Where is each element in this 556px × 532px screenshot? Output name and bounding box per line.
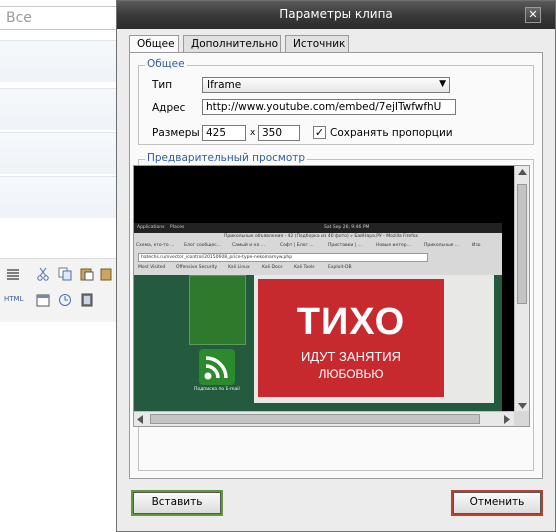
- paste-text-icon[interactable]: [100, 267, 114, 281]
- scroll-left-icon[interactable]: [137, 415, 143, 424]
- paste-icon[interactable]: [80, 267, 94, 281]
- preview-scroll-corner: [514, 411, 529, 426]
- tab-source[interactable]: Источник: [285, 35, 349, 53]
- height-field[interactable]: 350: [258, 125, 300, 141]
- address-field[interactable]: http://www.youtube.com/embed/7ejITwfwfhU: [202, 99, 456, 115]
- clock-icon[interactable]: [58, 293, 72, 307]
- preview-page-content: Подписка по E-mail ТИХО ИДУТ ЗАНЯТИЯ ЛЮБ…: [134, 275, 502, 412]
- preview-apps-menu: Applications: [137, 225, 165, 230]
- copy-icon[interactable]: [58, 267, 72, 281]
- preview-places-menu: Places: [170, 225, 185, 230]
- preview-browser-chrome: Прикольные объявления - 42 (Подборка из …: [134, 233, 502, 275]
- list-item[interactable]: [0, 176, 118, 218]
- search-placeholder: Все: [6, 10, 32, 26]
- list-icon[interactable]: [6, 267, 20, 281]
- preview-legend: Предварительный просмотр: [145, 152, 308, 164]
- preview-tab: Самый и на ...: [232, 243, 265, 248]
- keep-ratio-label: Сохранять пропорции: [330, 127, 453, 139]
- preview-rss-caption: Подписка по E-mail: [194, 387, 240, 392]
- preview-tab: Прикольные ...: [424, 243, 460, 248]
- times-sign: x: [250, 128, 256, 138]
- preview-bookmark: Kali Linux: [228, 265, 250, 270]
- preview-bookmarks-bar: Most Visited Offensive Security Kali Lin…: [136, 264, 500, 273]
- sizes-label: Размеры: [152, 127, 200, 139]
- list-item[interactable]: [0, 88, 118, 130]
- preview-sidebar-menu: [189, 275, 246, 345]
- preview-sign-big: ТИХО: [296, 301, 406, 343]
- film-icon[interactable]: [80, 293, 94, 307]
- keep-ratio-checkbox[interactable]: ✓: [313, 126, 326, 139]
- preview-bookmark: Exploit-DB: [328, 265, 352, 270]
- preview-tab: Приставки | ...: [328, 243, 362, 248]
- preview-video-area: [134, 166, 502, 223]
- type-value: Iframe: [207, 79, 242, 91]
- preview-bookmark: Kali Tools: [294, 265, 315, 270]
- preview-bookmark: Offensive Security: [176, 265, 218, 270]
- preview-sign: ТИХО ИДУТ ЗАНЯТИЯ ЛЮБОВЬЮ: [258, 279, 444, 397]
- list-item[interactable]: [0, 40, 118, 82]
- preview-tab: Блог сообщес...: [184, 243, 222, 248]
- scroll-up-icon[interactable]: [518, 169, 527, 175]
- preview-vscroll-thumb[interactable]: [517, 184, 527, 304]
- general-legend: Общее: [145, 58, 187, 70]
- editor-toolbar: HTML: [0, 258, 118, 322]
- preview-tab: Схема, кто-то ...: [136, 243, 175, 248]
- preview-url: hatechs.ru/nvector_icontrol/20150608_pri…: [141, 255, 293, 260]
- preview-bookmark: Kali Docs: [262, 265, 283, 270]
- clip-preview[interactable]: Applications Places Sat Sep 26, 9:46 PM …: [133, 165, 530, 427]
- preview-tab: Софт | Блог ...: [280, 243, 314, 248]
- preview-sign-line1: ИДУТ ЗАНЯТИЯ: [300, 349, 402, 364]
- scroll-right-icon[interactable]: [504, 415, 510, 424]
- list-item[interactable]: [0, 132, 118, 174]
- address-label: Адрес: [152, 102, 186, 114]
- preview-tab-strip: Схема, кто-то ... Блог сообщес... Самый …: [136, 242, 500, 251]
- preview-clock: Sat Sep 26, 9:46 PM: [324, 225, 370, 230]
- preview-tab: Новые интер...: [376, 243, 411, 248]
- type-select[interactable]: Iframe ▼: [202, 77, 450, 93]
- preview-browser-title: Прикольные объявления - 42 (Подборка из …: [224, 234, 419, 239]
- preview-photo: ТИХО ИДУТ ЗАНЯТИЯ ЛЮБОВЬЮ: [254, 275, 494, 403]
- close-icon[interactable]: ✕: [525, 7, 541, 23]
- tab-advanced[interactable]: Дополнительно: [183, 35, 281, 53]
- preview-vertical-scrollbar[interactable]: [514, 166, 529, 413]
- scroll-down-icon[interactable]: [518, 403, 527, 409]
- cut-icon[interactable]: [36, 267, 50, 281]
- preview-horizontal-scrollbar[interactable]: [134, 411, 516, 426]
- rss-icon: [199, 349, 235, 385]
- dialog-titlebar[interactable]: Параметры клипа ✕: [117, 1, 555, 29]
- preview-bookmark: Most Visited: [138, 265, 166, 270]
- type-label: Тип: [152, 79, 173, 91]
- insert-button[interactable]: Вставить: [133, 492, 221, 514]
- calendar-icon[interactable]: [36, 293, 50, 307]
- preview-gnome-bar: Applications Places Sat Sep 26, 9:46 PM: [134, 223, 502, 233]
- search-input[interactable]: Все: [0, 6, 118, 30]
- preview-sign-line2: ЛЮБОВЬЮ: [318, 367, 384, 381]
- preview-hscroll-thumb[interactable]: [150, 414, 480, 424]
- preview-tab: Изо: [472, 243, 481, 248]
- width-field[interactable]: 425: [202, 125, 246, 141]
- cancel-button[interactable]: Отменить: [453, 492, 541, 514]
- html-label[interactable]: HTML: [4, 295, 23, 303]
- dialog-title: Параметры клипа: [279, 7, 393, 21]
- chevron-down-icon: ▼: [439, 79, 446, 89]
- preview-url-bar: hatechs.ru/nvector_icontrol/20150608_pri…: [138, 253, 428, 262]
